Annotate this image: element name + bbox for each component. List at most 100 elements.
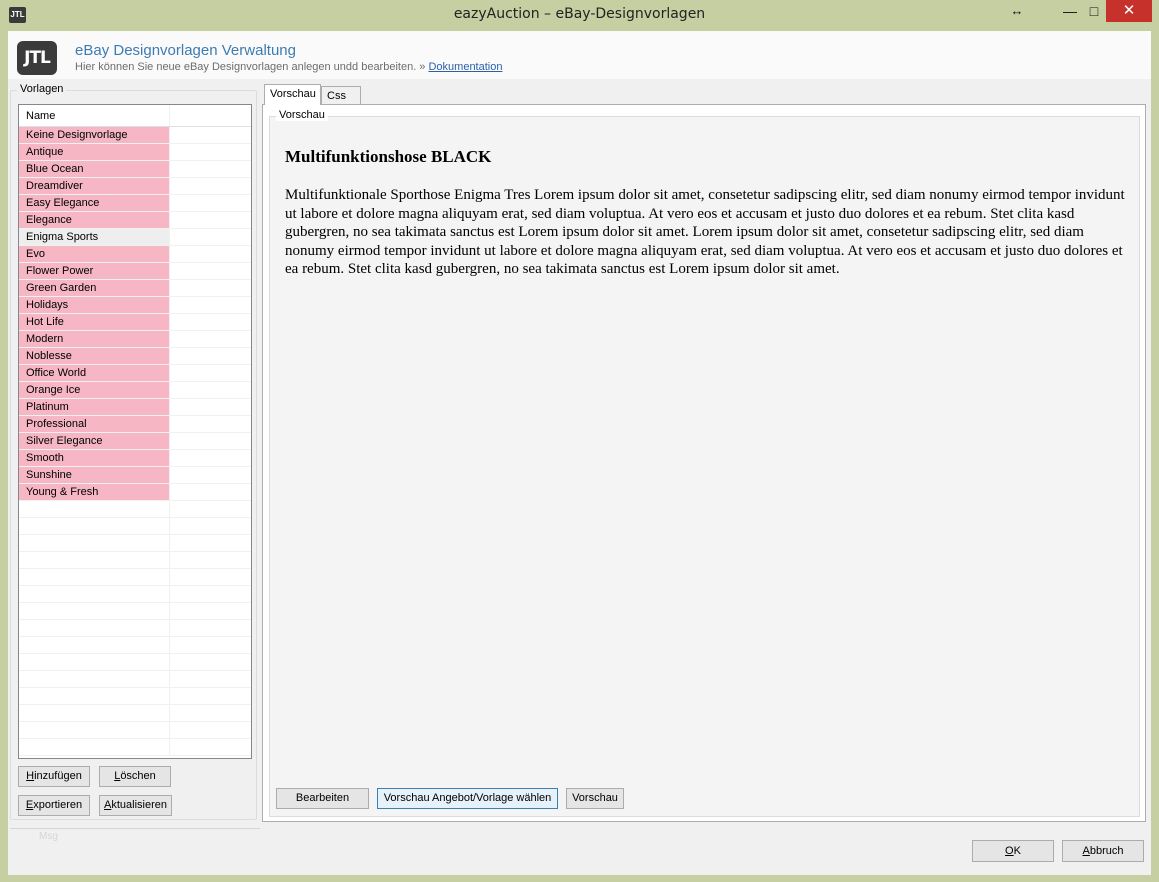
template-name-cell: Orange Ice (19, 382, 170, 398)
empty-cell (19, 654, 170, 670)
documentation-link[interactable]: Dokumentation (428, 61, 502, 73)
grid-cell-empty (170, 433, 251, 449)
empty-cell (19, 569, 170, 585)
title-bar[interactable]: JTL eazyAuction – eBay-Designvorlagen ↔ … (0, 0, 1159, 31)
empty-row (19, 518, 251, 535)
grid-cell-empty (170, 365, 251, 381)
template-row[interactable]: Green Garden (19, 280, 251, 297)
empty-row (19, 671, 251, 688)
grid-cell-empty (170, 603, 251, 619)
empty-cell (19, 722, 170, 738)
empty-cell (19, 688, 170, 704)
template-row[interactable]: Evo (19, 246, 251, 263)
template-row[interactable]: Enigma Sports (19, 229, 251, 246)
preview-heading: Multifunktionshose BLACK (285, 147, 492, 166)
template-row[interactable]: Hot Life (19, 314, 251, 331)
empty-row (19, 722, 251, 739)
cancel-button[interactable]: Abbruch (1062, 840, 1144, 862)
grid-cell-empty (170, 501, 251, 517)
template-row[interactable]: Blue Ocean (19, 161, 251, 178)
empty-cell (19, 671, 170, 687)
empty-cell (19, 586, 170, 602)
template-row[interactable]: Antique (19, 144, 251, 161)
grid-cell-empty (170, 212, 251, 228)
grid-cell-empty (170, 722, 251, 738)
ok-accel: O (1005, 845, 1014, 857)
template-row[interactable]: Young & Fresh (19, 484, 251, 501)
grid-cell-empty (170, 229, 251, 245)
subtitle-text: Hier können Sie neue eBay Designvorlagen… (75, 61, 426, 73)
grid-cell-empty (170, 654, 251, 670)
grid-cell-empty (170, 705, 251, 721)
templates-group-label: Vorlagen (17, 83, 67, 95)
close-button[interactable]: ✕ (1106, 0, 1152, 22)
empty-cell (19, 518, 170, 534)
column-header-name[interactable]: Name (19, 105, 170, 126)
export-button[interactable]: Exportieren (18, 795, 90, 816)
template-name-cell: Noblesse (19, 348, 170, 364)
template-row[interactable]: Sunshine (19, 467, 251, 484)
template-name-cell: Antique (19, 144, 170, 160)
refresh-button[interactable]: Aktualisieren (99, 795, 172, 816)
add-button[interactable]: Hinzufügen (18, 766, 90, 787)
grid-cell-empty (170, 246, 251, 262)
templates-grid[interactable]: Name Keine Designvorlage Antique Blue Ocea… (18, 104, 252, 759)
empty-cell (19, 620, 170, 636)
template-row[interactable]: Platinum (19, 399, 251, 416)
empty-row (19, 637, 251, 654)
empty-row (19, 654, 251, 671)
maximize-button[interactable]: □ (1082, 0, 1106, 22)
template-name-cell: Elegance (19, 212, 170, 228)
template-name-cell: Dreamdiver (19, 178, 170, 194)
tab-panel: Vorschau Multifunktionshose BLACK Multif… (262, 104, 1146, 822)
templates-group: Vorlagen Name Keine Designvorlage Antique… (10, 83, 257, 820)
grid-cell-empty (170, 348, 251, 364)
grid-cell-empty (170, 314, 251, 330)
tab-css[interactable]: Css (321, 86, 361, 105)
grid-cell-empty (170, 688, 251, 704)
grid-cell-empty (170, 569, 251, 585)
status-separator (10, 828, 260, 829)
template-row[interactable]: Modern (19, 331, 251, 348)
template-row[interactable]: Holidays (19, 297, 251, 314)
template-row[interactable]: Professional (19, 416, 251, 433)
template-name-cell: Young & Fresh (19, 484, 170, 500)
cancel-accel: A (1082, 845, 1090, 857)
grid-cell-empty (170, 297, 251, 313)
empty-cell (19, 603, 170, 619)
grid-cell-empty (170, 450, 251, 466)
template-name-cell: Sunshine (19, 467, 170, 483)
grid-cell-empty (170, 484, 251, 500)
template-row[interactable]: Office World (19, 365, 251, 382)
minimize-button[interactable]: — (1058, 0, 1082, 22)
window-client-area: JTL eBay Designvorlagen Verwaltung Hier … (8, 31, 1151, 875)
template-name-cell: Evo (19, 246, 170, 262)
template-row[interactable]: Flower Power (19, 263, 251, 280)
template-row[interactable]: Easy Elegance (19, 195, 251, 212)
grid-cell-empty (170, 178, 251, 194)
preview-button[interactable]: Vorschau (566, 788, 624, 809)
template-row[interactable]: Smooth (19, 450, 251, 467)
template-row[interactable]: Dreamdiver (19, 178, 251, 195)
template-name-cell: Easy Elegance (19, 195, 170, 211)
grid-cell-empty (170, 263, 251, 279)
grid-rows: Keine Designvorlage Antique Blue Ocean Drea… (19, 127, 251, 756)
ok-button[interactable]: OK (972, 840, 1054, 862)
edit-button[interactable]: Bearbeiten (276, 788, 369, 809)
template-name-cell: Enigma Sports (19, 229, 170, 245)
grid-header[interactable]: Name (19, 105, 251, 127)
template-name-cell: Blue Ocean (19, 161, 170, 177)
delete-button[interactable]: Löschen (99, 766, 171, 787)
template-name-cell: Silver Elegance (19, 433, 170, 449)
empty-row (19, 501, 251, 518)
tab-vorschau[interactable]: Vorschau (264, 84, 321, 105)
template-row[interactable]: Silver Elegance (19, 433, 251, 450)
template-row[interactable]: Noblesse (19, 348, 251, 365)
page-title: eBay Designvorlagen Verwaltung (75, 42, 296, 59)
template-row[interactable]: Keine Designvorlage (19, 127, 251, 144)
grid-cell-empty (170, 280, 251, 296)
template-row[interactable]: Elegance (19, 212, 251, 229)
grid-cell-empty (170, 739, 251, 755)
template-row[interactable]: Orange Ice (19, 382, 251, 399)
choose-preview-button[interactable]: Vorschau Angebot/Vorlage wählen (377, 788, 558, 809)
